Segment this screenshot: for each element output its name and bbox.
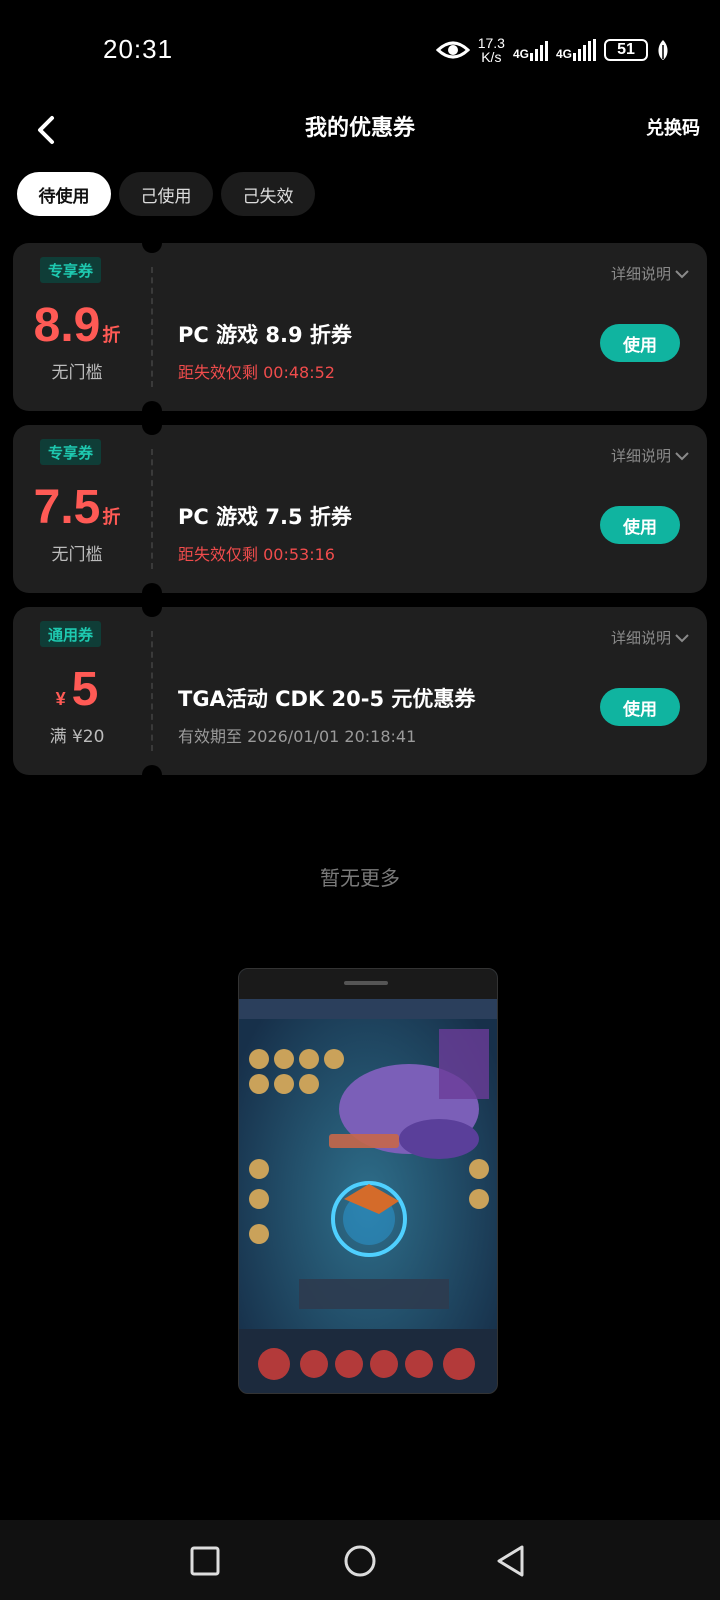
card-notch [142, 415, 162, 435]
coupon-card: 专享券 8.9 折 无门槛 PC 游戏 8.9 折券 距失效仅剩 00:48:52… [13, 233, 707, 421]
speed-unit: K/s [481, 49, 502, 65]
coupon-expire: 距失效仅剩 00:48:52 [178, 363, 335, 382]
status-icons: 17.3 K/s 4G 4G 51 [435, 30, 670, 70]
discount-value: 7.5 [33, 481, 101, 534]
chevron-down-icon [675, 451, 689, 460]
signal-1: 4G [513, 39, 548, 61]
game-scene-image [239, 969, 497, 1393]
detail-label: 详细说明 [610, 447, 671, 465]
detail-toggle[interactable]: 详细说明 [611, 445, 689, 466]
tab-expired[interactable]: 己失效 [221, 172, 315, 216]
page-title: 我的优惠券 [304, 116, 415, 141]
battery-icon: 51 [604, 39, 648, 61]
use-button[interactable]: 使用 [600, 324, 680, 362]
coupon-value: 8.9 折 [13, 298, 141, 353]
network-type-1: 4G [512, 47, 529, 61]
discount-value: 5 [71, 663, 99, 716]
network-speed: 17.3 K/s [478, 36, 505, 64]
use-button[interactable]: 使用 [600, 506, 680, 544]
card-notch [142, 765, 162, 785]
signal-bars-icon [529, 39, 548, 61]
detail-label: 详细说明 [610, 629, 671, 647]
tab-used[interactable]: 己使用 [119, 172, 213, 216]
detail-toggle[interactable]: 详细说明 [611, 263, 689, 284]
coupon-expire: 有效期至 2026/01/01 20:18:41 [178, 727, 417, 746]
coupon-name: PC 游戏 8.9 折券 [178, 323, 352, 347]
status-bar: 20:31 17.3 K/s 4G 4G 51 [0, 0, 720, 100]
detail-label: 详细说明 [610, 265, 671, 283]
back-nav-icon[interactable] [495, 1544, 527, 1578]
currency-symbol: ¥ [55, 689, 66, 709]
eye-icon [435, 41, 470, 59]
card-divider [151, 267, 153, 387]
redeem-code-link[interactable]: 兑换码 [646, 114, 700, 140]
discount-unit: 折 [102, 507, 121, 527]
status-time: 20:31 [103, 34, 174, 64]
chevron-down-icon [675, 269, 689, 278]
card-divider [151, 631, 153, 751]
coupon-value: 7.5 折 [13, 480, 141, 535]
coupon-card: 专享券 7.5 折 无门槛 PC 游戏 7.5 折券 距失效仅剩 00:53:16… [13, 415, 707, 603]
discount-unit: 折 [102, 325, 121, 345]
speed-value: 17.3 [477, 35, 505, 51]
tab-unused[interactable]: 待使用 [17, 172, 111, 216]
coupon-expire: 距失效仅剩 00:53:16 [178, 545, 335, 564]
app-header: 我的优惠券 兑换码 [0, 100, 720, 160]
use-button[interactable]: 使用 [600, 688, 680, 726]
leaf-icon [658, 40, 668, 60]
coupon-tag: 专享券 [40, 439, 102, 465]
coupon-condition: 无门槛 [51, 363, 103, 383]
coupon-value: ¥5 [13, 662, 141, 717]
card-notch [142, 597, 162, 617]
network-type-2: 4G [555, 47, 572, 61]
recents-icon[interactable] [190, 1546, 220, 1576]
no-more-label: 暂无更多 [320, 866, 400, 890]
chevron-down-icon [675, 633, 689, 642]
signal-bars-icon [573, 39, 596, 61]
card-divider [151, 449, 153, 569]
coupon-tag: 通用券 [40, 621, 102, 647]
coupon-name: PC 游戏 7.5 折券 [178, 505, 352, 529]
system-nav-bar [0, 1520, 720, 1600]
signal-2: 4G [556, 39, 596, 61]
home-icon[interactable] [343, 1544, 377, 1578]
coupon-tag: 专享券 [40, 257, 102, 283]
card-notch [142, 233, 162, 253]
coupon-condition: 满 ¥20 [49, 727, 105, 747]
coupon-name: TGA活动 CDK 20-5 元优惠券 [178, 687, 476, 711]
coupon-condition: 无门槛 [51, 545, 103, 565]
detail-toggle[interactable]: 详细说明 [611, 627, 689, 648]
discount-value: 8.9 [33, 299, 101, 352]
coupon-card: 通用券 ¥5 满 ¥20 TGA活动 CDK 20-5 元优惠券 有效期至 20… [13, 597, 707, 785]
game-screenshot-preview[interactable] [238, 968, 498, 1394]
coupon-tabs: 待使用 己使用 己失效 [17, 172, 315, 216]
